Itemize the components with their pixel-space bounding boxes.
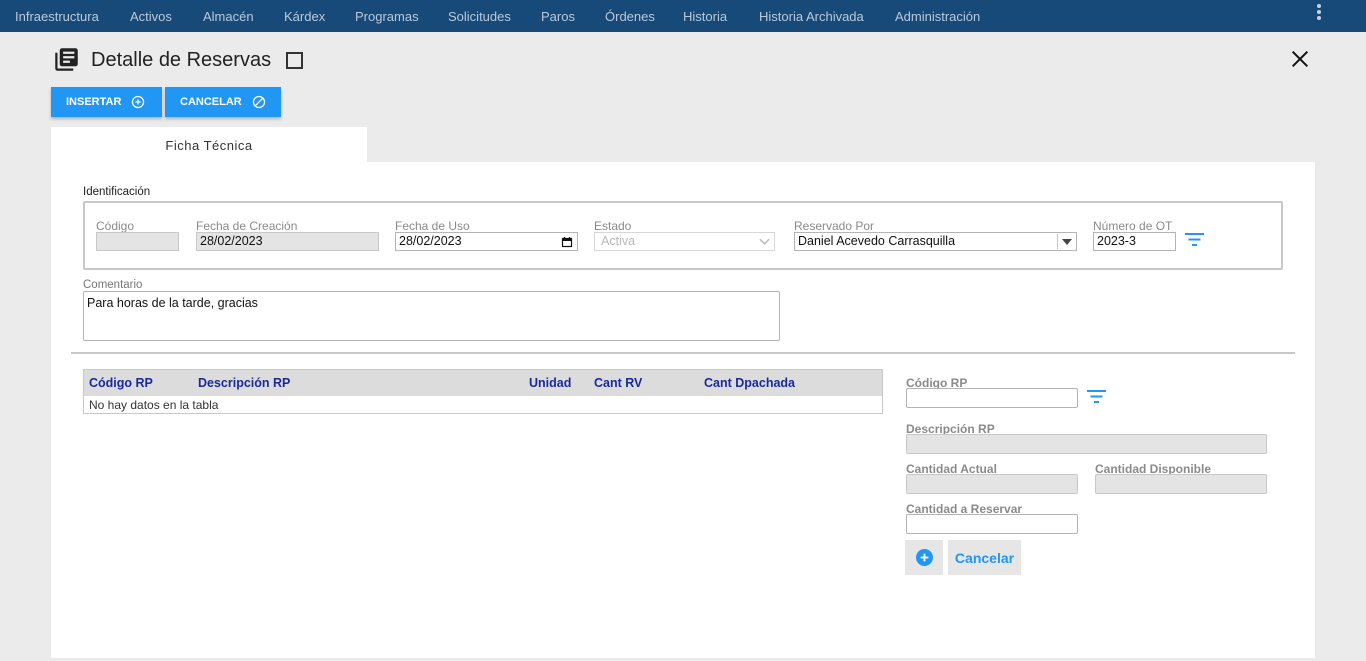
reservado-por-label: Reservado Por: [794, 219, 875, 233]
nav-item-kardex[interactable]: Kárdex: [284, 9, 325, 24]
filter-list-icon[interactable]: [1185, 232, 1204, 247]
block-icon: [252, 95, 265, 109]
estado-label: Estado: [594, 219, 632, 233]
descripcion-rp-field: [906, 434, 1267, 454]
calendar-icon[interactable]: [561, 236, 573, 248]
reservado-por-select[interactable]: Daniel Acevedo Carrasquilla: [794, 232, 1077, 251]
table-empty-message: No hay datos en la tabla: [89, 398, 219, 412]
cantidad-disponible-field: [1095, 474, 1267, 494]
cancel-button[interactable]: CANCELAR: [165, 87, 281, 117]
insert-button[interactable]: INSERTAR: [51, 87, 162, 117]
tab-ficha-tecnica[interactable]: Ficha Técnica: [51, 127, 367, 163]
fecha-uso-value: 28/02/2023: [399, 234, 462, 248]
cantidad-actual-field: [906, 474, 1078, 494]
caret-down-icon: [1062, 239, 1072, 245]
nav-item-ordenes[interactable]: Órdenes: [605, 9, 655, 24]
fecha-uso-label: Fecha de Uso: [395, 219, 470, 233]
filter-list-icon[interactable]: [1087, 389, 1106, 404]
column-header-descripcion-rp[interactable]: Descripción RP: [198, 376, 290, 390]
nav-item-paros[interactable]: Paros: [541, 9, 575, 24]
close-icon[interactable]: [1289, 48, 1311, 70]
nav-item-historia[interactable]: Historia: [683, 9, 727, 24]
column-header-cant-rv[interactable]: Cant RV: [594, 376, 642, 390]
nav-item-programas[interactable]: Programas: [355, 9, 419, 24]
identificacion-label: Identificación: [83, 186, 151, 198]
nav-item-administracion[interactable]: Administración: [895, 9, 980, 24]
insert-button-label: INSERTAR: [66, 96, 122, 108]
more-vert-icon[interactable]: [1317, 4, 1323, 22]
reservas-table: Código RP Descripción RP Unidad Cant RV …: [83, 369, 883, 414]
estado-select: Activa: [594, 232, 775, 251]
nav-item-activos[interactable]: Activos: [130, 9, 172, 24]
add-circle-icon: [132, 95, 145, 109]
header-checkbox[interactable]: [286, 52, 303, 69]
add-circle-icon: [915, 549, 933, 566]
codigo-rp-input[interactable]: [906, 388, 1078, 408]
nav-item-historia-archivada[interactable]: Historia Archivada: [759, 9, 864, 24]
chevron-down-icon: [759, 238, 770, 245]
nav-item-solicitudes[interactable]: Solicitudes: [448, 9, 511, 24]
column-header-unidad[interactable]: Unidad: [529, 376, 571, 390]
fecha-creacion-label: Fecha de Creación: [196, 219, 298, 233]
estado-value: Activa: [601, 234, 636, 248]
cancel-button-label: CANCELAR: [180, 96, 242, 108]
fecha-uso-field[interactable]: 28/02/2023: [395, 232, 578, 251]
cancel-item-button[interactable]: Cancelar: [948, 540, 1021, 575]
column-header-codigo-rp[interactable]: Código RP: [89, 376, 153, 390]
nav-item-almacen[interactable]: Almacén: [203, 9, 254, 24]
fecha-creacion-field: 28/02/2023: [196, 232, 379, 251]
nav-item-infraestructura[interactable]: Infraestructura: [15, 9, 99, 24]
cantidad-reservar-input[interactable]: [906, 514, 1078, 534]
page-title: Detalle de Reservas: [91, 49, 272, 71]
table-header: Código RP Descripción RP Unidad Cant RV …: [84, 370, 882, 396]
comentario-textarea[interactable]: Para horas de la tarde, gracias: [83, 291, 780, 341]
column-header-cant-dpachada[interactable]: Cant Dpachada: [704, 376, 795, 390]
library-books-icon: [55, 48, 78, 71]
numero-ot-label: Número de OT: [1093, 219, 1173, 233]
top-nav: Infraestructura Activos Almacén Kárdex P…: [0, 0, 1366, 32]
reservado-por-value: Daniel Acevedo Carrasquilla: [798, 234, 956, 248]
section-divider: [71, 352, 1295, 354]
numero-ot-field[interactable]: 2023-3: [1093, 232, 1176, 251]
codigo-label: Código: [96, 219, 135, 233]
comentario-label: Comentario: [83, 279, 143, 291]
add-item-button[interactable]: [905, 540, 943, 575]
codigo-field: [96, 232, 179, 251]
